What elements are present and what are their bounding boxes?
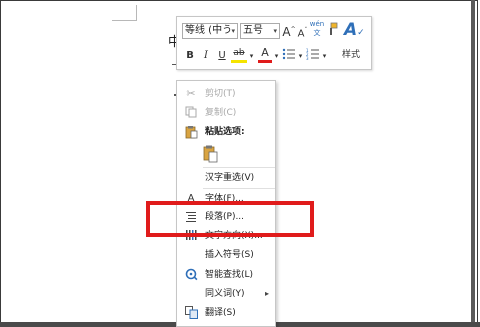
chevron-down-icon[interactable]: ▾ bbox=[231, 24, 235, 38]
highlight-color-button[interactable]: ab bbox=[231, 46, 247, 63]
font-name-box[interactable]: 等线 (中う ▾ bbox=[182, 23, 238, 39]
menu-item-label: 剪切(T) bbox=[205, 89, 236, 99]
phonetic-guide-icon[interactable]: wén文 bbox=[309, 20, 325, 38]
menu-item-reconvert[interactable]: 汉字重选(V) bbox=[177, 169, 275, 187]
grow-font-icon[interactable]: A^ bbox=[282, 23, 296, 39]
mini-toolbar: 等线 (中う ▾ 五号 ▾ A^ Aˇ wén文 A✓ 样式 B I U ab ▾ … bbox=[176, 16, 372, 70]
menu-item-smart-lookup[interactable]: 智能查找(L) bbox=[177, 266, 275, 284]
chevron-down-icon[interactable]: ▾ bbox=[248, 49, 255, 63]
menu-item-paste-options: 粘贴选项: bbox=[177, 123, 275, 141]
menu-item-cut[interactable]: ✂ 剪切(T) bbox=[177, 85, 275, 103]
svg-text:3: 3 bbox=[306, 56, 309, 61]
font-color-button[interactable]: A bbox=[258, 46, 272, 63]
shrink-font-icon[interactable]: Aˇ bbox=[296, 24, 309, 41]
chevron-down-icon[interactable]: ▾ bbox=[321, 49, 328, 63]
font-size-box[interactable]: 五号 ▾ bbox=[240, 23, 280, 39]
bullets-icon[interactable] bbox=[282, 47, 296, 65]
menu-item-label: 汉字重选(V) bbox=[205, 173, 255, 183]
menu-item-label: 同义词(Y) bbox=[205, 289, 245, 299]
chevron-down-icon[interactable]: ▾ bbox=[273, 49, 280, 63]
chevron-right-icon: ▸ bbox=[265, 289, 270, 298]
menu-item-translate[interactable]: 翻译(S) bbox=[177, 304, 275, 322]
copy-icon bbox=[184, 106, 198, 120]
italic-button[interactable]: I bbox=[200, 49, 212, 63]
menu-item-synonyms[interactable]: 同义词(Y) ▸ bbox=[177, 285, 275, 303]
menu-item-insert-symbol[interactable]: 插入符号(S) bbox=[177, 246, 275, 264]
menu-item-copy[interactable]: 复制(C) bbox=[177, 104, 275, 122]
menu-separator bbox=[203, 167, 275, 168]
format-painter-icon[interactable] bbox=[325, 22, 339, 40]
underline-button[interactable]: U bbox=[216, 49, 228, 63]
paste-keep-text-only[interactable] bbox=[177, 143, 275, 165]
menu-item-label: 智能查找(L) bbox=[205, 270, 254, 280]
chevron-down-icon[interactable]: ▾ bbox=[273, 24, 277, 38]
cut-icon: ✂ bbox=[186, 87, 196, 100]
frame-shadow-right bbox=[471, 0, 475, 327]
paste-icon bbox=[184, 125, 198, 139]
smart-lookup-icon bbox=[184, 268, 198, 282]
font-name-value: 等线 (中う bbox=[185, 25, 233, 36]
menu-item-label: 翻译(S) bbox=[205, 308, 236, 318]
paste-keep-text-icon[interactable] bbox=[202, 145, 220, 163]
bold-button[interactable]: B bbox=[184, 49, 196, 63]
styles-icon[interactable]: A✓ bbox=[344, 20, 365, 40]
highlight-annotation-box bbox=[146, 201, 314, 237]
page-corner-mark bbox=[112, 20, 136, 21]
translate-icon bbox=[184, 306, 198, 320]
menu-item-label: 粘贴选项: bbox=[205, 127, 245, 137]
numbering-icon[interactable]: 123 bbox=[306, 47, 320, 65]
styles-label: 样式 bbox=[342, 50, 361, 60]
chevron-down-icon[interactable]: ▾ bbox=[297, 49, 304, 63]
menu-item-label: 插入符号(S) bbox=[205, 250, 254, 260]
font-size-value: 五号 bbox=[243, 25, 263, 36]
menu-item-label: 复制(C) bbox=[205, 108, 237, 118]
page-corner-mark-vertical bbox=[136, 5, 137, 21]
menu-separator bbox=[203, 188, 275, 189]
